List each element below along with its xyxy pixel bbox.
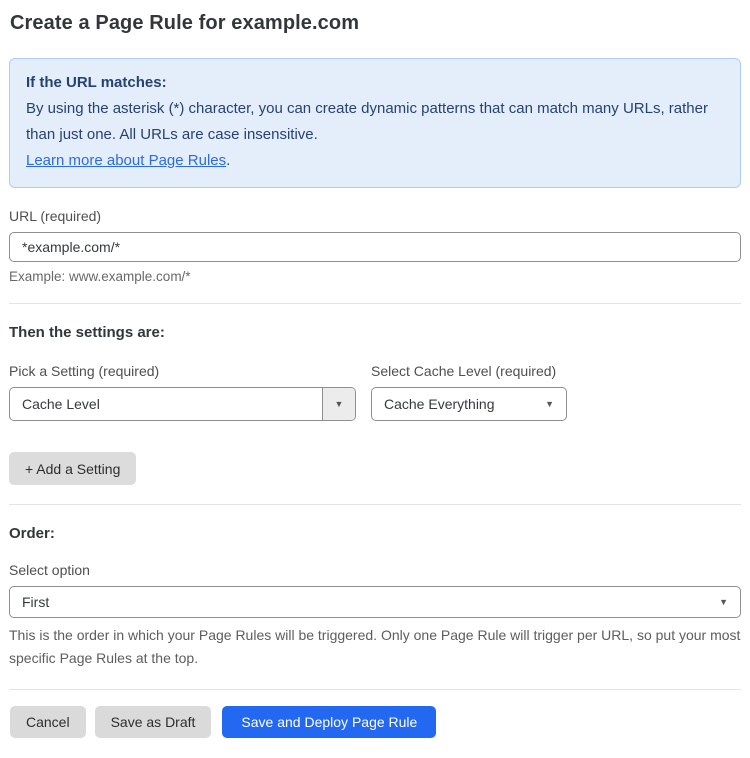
order-select-label: Select option <box>9 562 90 578</box>
url-input[interactable] <box>9 232 741 262</box>
settings-section-heading: Then the settings are: <box>9 324 165 341</box>
cache-level-value: Cache Everything <box>384 396 495 412</box>
section-divider <box>9 689 741 690</box>
cancel-button[interactable]: Cancel <box>10 706 86 738</box>
save-and-deploy-button[interactable]: Save and Deploy Page Rule <box>222 706 437 738</box>
dropdown-arrow-glyph: ▼ <box>334 398 344 409</box>
create-page-rule-form: Create a Page Rule for example.com If th… <box>0 0 750 758</box>
page-title: Create a Page Rule for example.com <box>10 12 360 34</box>
section-divider <box>9 303 741 304</box>
cache-level-select[interactable]: Cache Everything ▼ <box>371 387 567 421</box>
url-example-helper: Example: www.example.com/* <box>9 269 191 284</box>
info-box-body: By using the asterisk (*) character, you… <box>26 100 708 143</box>
cache-level-field: Select Cache Level (required) Cache Ever… <box>371 363 567 421</box>
order-helper-text: This is the order in which your Page Rul… <box>9 627 741 666</box>
chevron-down-icon: ▼ <box>719 597 728 607</box>
pick-setting-value: Cache Level <box>22 396 100 412</box>
chevron-down-icon[interactable]: ▼ <box>322 388 355 420</box>
pick-setting-select[interactable]: Cache Level ▼ <box>9 387 356 421</box>
chevron-down-icon: ▼ <box>545 399 554 409</box>
order-select[interactable]: First ▼ <box>9 586 741 618</box>
info-link-row: Learn more about Page Rules. <box>26 148 724 174</box>
url-match-info-box: If the URL matches: By using the asteris… <box>9 58 741 188</box>
info-box-heading: If the URL matches: <box>26 74 167 91</box>
pick-setting-label: Pick a Setting (required) <box>9 363 160 379</box>
select-cache-level-label: Select Cache Level (required) <box>371 363 557 379</box>
settings-row: Pick a Setting (required) Cache Level ▼ … <box>9 363 741 421</box>
form-actions: Cancel Save as Draft Save and Deploy Pag… <box>9 706 741 738</box>
save-as-draft-button[interactable]: Save as Draft <box>94 706 212 738</box>
link-suffix: . <box>226 152 231 169</box>
order-select-value: First <box>22 594 50 610</box>
order-section-heading: Order: <box>9 525 55 542</box>
setting-field: Pick a Setting (required) Cache Level ▼ <box>9 363 356 421</box>
add-setting-button[interactable]: + Add a Setting <box>9 452 137 485</box>
section-divider <box>9 504 741 505</box>
url-label: URL (required) <box>9 208 102 224</box>
learn-more-page-rules-link[interactable]: Learn more about Page Rules <box>26 152 226 169</box>
